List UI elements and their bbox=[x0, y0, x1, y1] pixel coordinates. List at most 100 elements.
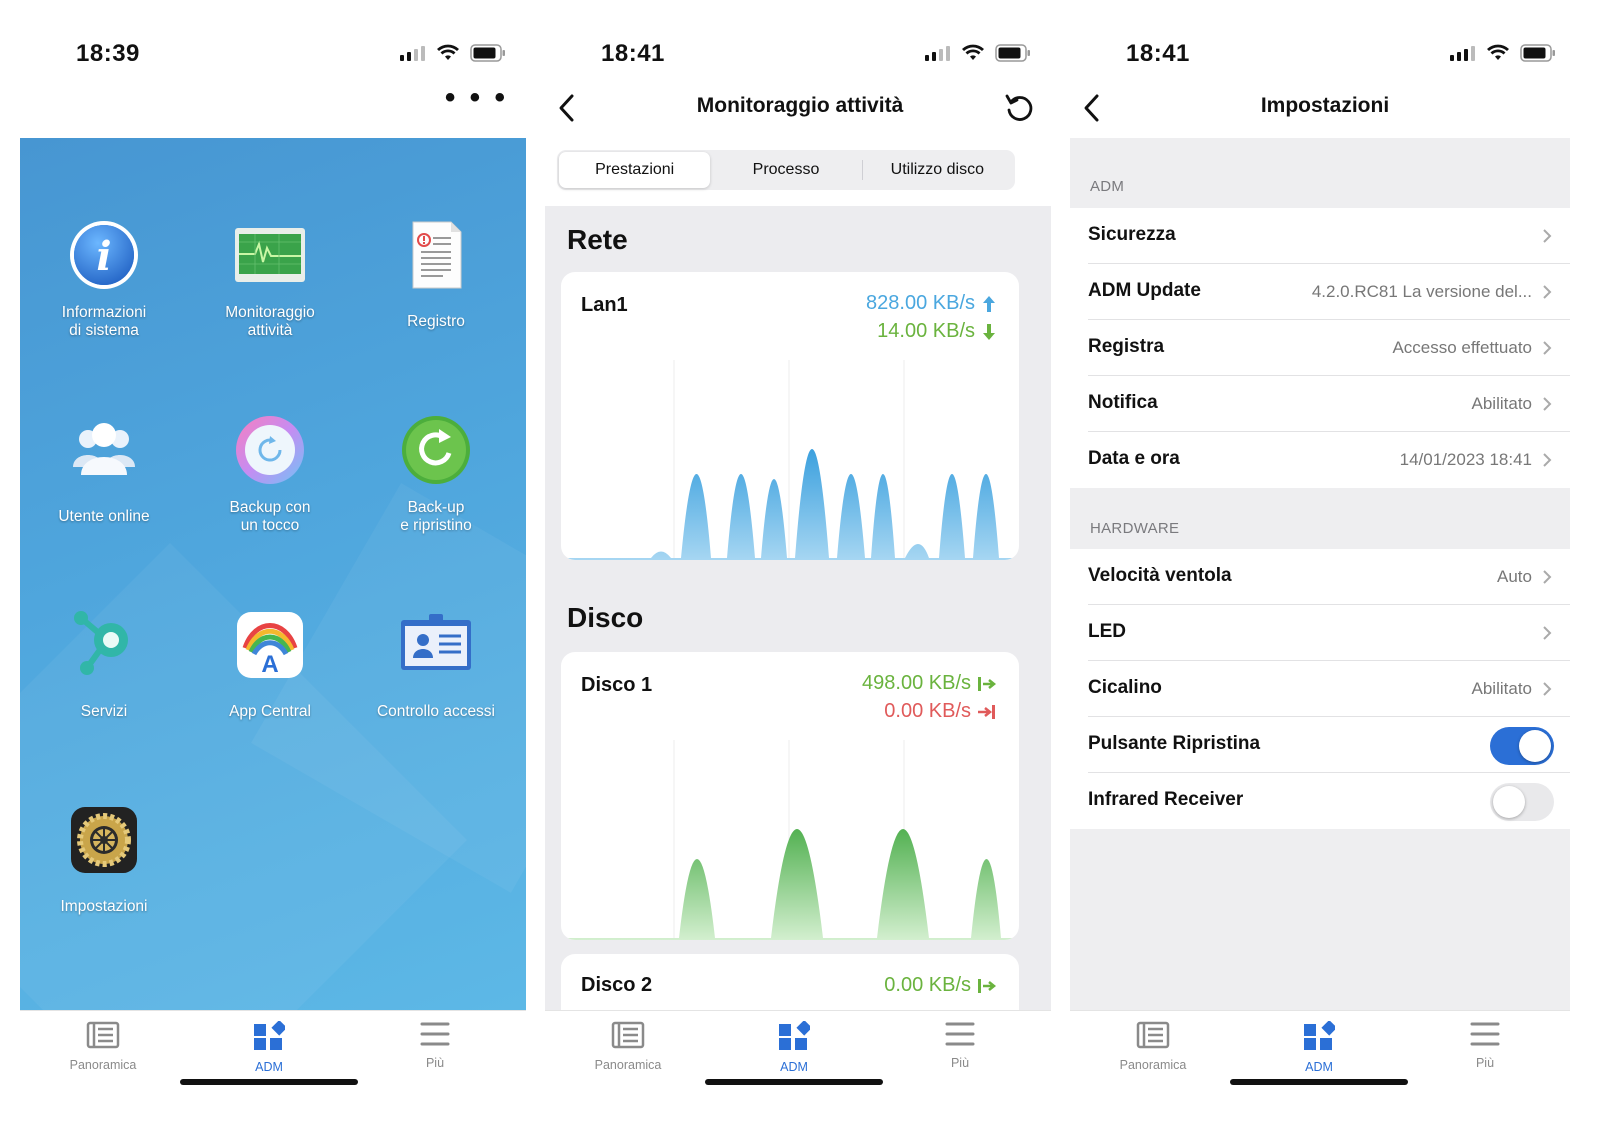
tab-label: ADM bbox=[255, 1060, 283, 1074]
row-value: Abilitato bbox=[1471, 679, 1532, 698]
settings-row-log[interactable]: Registra Accesso effettuato bbox=[1088, 320, 1570, 376]
read-arrow-icon bbox=[978, 676, 997, 691]
tab-overview[interactable]: Panoramica bbox=[1093, 1021, 1213, 1072]
network-card[interactable]: Lan1 828.00 KB/s 14.00 KB/s bbox=[561, 272, 1019, 560]
info-icon: i bbox=[70, 221, 138, 289]
infrared-receiver-toggle[interactable] bbox=[1490, 783, 1554, 821]
wifi-icon bbox=[437, 44, 459, 60]
tab-more[interactable]: Più bbox=[1425, 1021, 1545, 1070]
settings-row-date-time[interactable]: Data e ora 14/01/2023 18:41 bbox=[1088, 432, 1570, 488]
refresh-icon[interactable] bbox=[1003, 92, 1035, 124]
app-label: Back-up e ripristino bbox=[400, 499, 472, 534]
settings-row-reset-button: Pulsante Ripristina bbox=[1088, 717, 1570, 773]
activity-monitor-icon bbox=[235, 228, 305, 282]
disk1-card[interactable]: Disco 1 498.00 KB/s 0.00 KB/s bbox=[561, 652, 1019, 940]
battery-icon bbox=[1520, 44, 1555, 62]
svg-text:A: A bbox=[261, 651, 278, 678]
group-header-hardware: HARDWARE bbox=[1090, 520, 1180, 537]
tab-label: Panoramica bbox=[594, 1058, 662, 1072]
bottom-tab-bar: Panoramica ADM Più bbox=[20, 1010, 526, 1135]
home-indicator bbox=[705, 1079, 883, 1085]
status-time: 18:39 bbox=[76, 40, 140, 67]
tab-overview[interactable]: Panoramica bbox=[43, 1021, 163, 1072]
tab-adm[interactable]: ADM bbox=[734, 1020, 854, 1074]
tab-more[interactable]: Più bbox=[375, 1021, 495, 1070]
tab-adm[interactable]: ADM bbox=[209, 1020, 329, 1074]
network-chart bbox=[561, 360, 1019, 560]
bottom-tab-bar: Panoramica ADM Più bbox=[1070, 1010, 1570, 1135]
status-bar: 18:41 bbox=[545, 36, 1055, 72]
app-settings[interactable]: Impostazioni bbox=[20, 803, 188, 916]
row-value: Auto bbox=[1497, 567, 1532, 586]
status-bar: 18:41 bbox=[1070, 36, 1580, 72]
wifi-icon bbox=[1487, 44, 1509, 60]
app-access-control[interactable]: Controllo accessi bbox=[352, 608, 520, 721]
tab-overview[interactable]: Panoramica bbox=[568, 1021, 688, 1072]
row-label: Data e ora bbox=[1088, 448, 1180, 469]
app-label: Backup con un tocco bbox=[229, 499, 311, 534]
app-label: Controllo accessi bbox=[376, 703, 496, 720]
settings-group-adm: Sicurezza ADM Update 4.2.0.RC81 La versi… bbox=[1070, 208, 1570, 488]
one-touch-backup-icon bbox=[236, 416, 304, 484]
menu-lines-icon bbox=[420, 1022, 450, 1046]
log-document-icon bbox=[412, 221, 462, 289]
tab-adm[interactable]: ADM bbox=[1259, 1020, 1379, 1074]
disk-activity-area bbox=[561, 829, 1019, 940]
app-one-touch-backup[interactable]: Backup con un tocco bbox=[186, 413, 354, 535]
app-online-users[interactable]: Utente online bbox=[20, 413, 188, 526]
disk-write-rate: 0.00 KB/s bbox=[884, 700, 997, 723]
read-arrow-icon bbox=[978, 978, 997, 993]
app-label: Monitoraggio attività bbox=[225, 304, 315, 339]
cellular-signal-icon bbox=[400, 46, 425, 61]
reset-button-toggle[interactable] bbox=[1490, 727, 1554, 765]
chevron-right-icon bbox=[1543, 570, 1552, 584]
disk-read-rate: 498.00 KB/s bbox=[862, 672, 997, 695]
row-label: ADM Update bbox=[1088, 280, 1201, 301]
settings-group-hardware: Velocità ventola Auto LED Cicalino Abili… bbox=[1070, 549, 1570, 829]
app-services[interactable]: Servizi bbox=[20, 608, 188, 721]
settings-row-fan-speed[interactable]: Velocità ventola Auto bbox=[1088, 549, 1570, 605]
row-label: Velocità ventola bbox=[1088, 565, 1232, 586]
group-header-adm: ADM bbox=[1090, 178, 1125, 195]
battery-icon bbox=[470, 44, 505, 62]
tab-more[interactable]: Più bbox=[900, 1021, 1020, 1070]
app-backup-restore[interactable]: Back-up e ripristino bbox=[352, 413, 520, 535]
tab-label: Più bbox=[950, 1056, 970, 1070]
section-title-disk: Disco bbox=[567, 602, 644, 633]
segment-performance[interactable]: Prestazioni bbox=[559, 152, 711, 188]
upload-rate-value: 828.00 KB/s bbox=[866, 292, 975, 314]
app-label: Servizi bbox=[80, 703, 128, 720]
more-options-button[interactable]: • • • bbox=[445, 83, 508, 113]
segment-disk-usage[interactable]: Utilizzo disco bbox=[861, 152, 1013, 188]
upload-rate: 828.00 KB/s bbox=[866, 292, 997, 315]
app-log[interactable]: Registro bbox=[352, 218, 520, 331]
disk2-read-value: 0.00 KB/s bbox=[884, 974, 971, 996]
arrow-down-icon bbox=[983, 323, 995, 340]
settings-row-adm-update[interactable]: ADM Update 4.2.0.RC81 La versione del... bbox=[1088, 264, 1570, 320]
svg-text:i: i bbox=[96, 233, 111, 280]
disk-chart bbox=[561, 740, 1019, 940]
app-label: Utente online bbox=[58, 508, 150, 525]
app-label: App Central bbox=[229, 703, 311, 720]
app-app-central[interactable]: A App Central bbox=[186, 608, 354, 721]
disk-name: Disco 2 bbox=[581, 974, 653, 996]
settings-list: ADM Sicurezza ADM Update 4.2.0.RC81 La v… bbox=[1070, 138, 1570, 1010]
interface-name: Lan1 bbox=[581, 294, 628, 316]
overview-icon bbox=[1136, 1021, 1170, 1049]
row-label: Infrared Receiver bbox=[1088, 789, 1244, 810]
app-system-info[interactable]: i Informazioni di sistema bbox=[20, 218, 188, 340]
segmented-control: Prestazioni Processo Utilizzo disco bbox=[557, 150, 1015, 190]
settings-row-notification[interactable]: Notifica Abilitato bbox=[1088, 376, 1570, 432]
settings-row-buzzer[interactable]: Cicalino Abilitato bbox=[1088, 661, 1570, 717]
chevron-right-icon bbox=[1543, 285, 1552, 299]
cellular-signal-icon bbox=[1450, 46, 1475, 61]
settings-row-security[interactable]: Sicurezza bbox=[1088, 208, 1570, 264]
settings-row-led[interactable]: LED bbox=[1088, 605, 1570, 661]
status-time: 18:41 bbox=[601, 40, 665, 67]
segment-process[interactable]: Processo bbox=[710, 152, 861, 188]
disk2-card[interactable]: Disco 2 0.00 KB/s bbox=[561, 954, 1019, 1010]
page-title: Impostazioni bbox=[1260, 94, 1390, 117]
app-activity-monitor[interactable]: Monitoraggio attività bbox=[186, 218, 354, 340]
download-rate-value: 14.00 KB/s bbox=[877, 320, 975, 342]
tab-label: Panoramica bbox=[1119, 1058, 1187, 1072]
